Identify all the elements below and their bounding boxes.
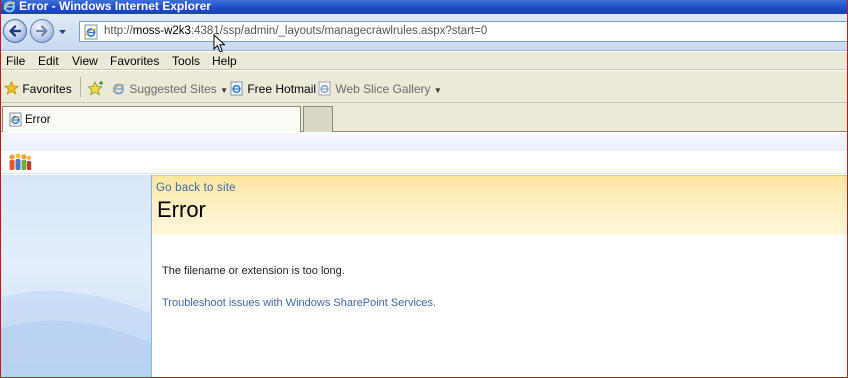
chevron-down-icon[interactable]: ▼ [434, 86, 442, 95]
menu-favorites[interactable]: Favorites [110, 54, 159, 68]
favorites-separator [80, 77, 81, 97]
top-strip [1, 133, 847, 151]
add-favorites-icon [87, 80, 103, 96]
web-slice-gallery-link[interactable]: Web Slice Gallery ▼ [317, 81, 442, 96]
ie-page-icon [9, 112, 22, 127]
recent-pages-dropdown[interactable] [58, 28, 67, 36]
page-header: Go back to site Error [152, 175, 847, 235]
menu-file[interactable]: File [6, 54, 25, 68]
ie-icon [112, 83, 125, 95]
page-title: Error [157, 197, 206, 222]
suggested-sites-link[interactable]: Suggested Sites ▼ [111, 81, 228, 96]
favorites-bar: Favorites Suggested Sites ▼ Free Hotmail… [1, 71, 847, 103]
url-text: http://moss-w2k3:4381/ssp/admin/_layouts… [104, 25, 488, 37]
favorites-star-icon [3, 80, 20, 95]
ie-page-icon [84, 24, 98, 40]
web-slice-gallery-label: Web Slice Gallery [335, 82, 431, 96]
chevron-down-icon[interactable]: ▼ [220, 86, 228, 95]
address-row: http://moss-w2k3:4381/ssp/admin/_layouts… [1, 14, 847, 53]
favorites-button[interactable]: Favorites [3, 80, 72, 96]
ie-icon [3, 1, 16, 13]
menu-help[interactable]: Help [212, 54, 237, 68]
address-bar[interactable]: http://moss-w2k3:4381/ssp/admin/_layouts… [79, 21, 847, 42]
ie-page-icon [230, 81, 243, 96]
menu-view[interactable]: View [72, 54, 98, 68]
decorative-wave [1, 290, 151, 377]
sharepoint-people-icon[interactable] [8, 152, 32, 172]
tab-label: Error [25, 114, 51, 126]
forward-arrow-icon [35, 25, 48, 37]
menu-bar: File Edit View Favorites Tools Help [1, 52, 847, 70]
title-bar: Error - Windows Internet Explorer [1, 0, 847, 14]
window-title: Error - Windows Internet Explorer [19, 0, 211, 13]
tab-error[interactable]: Error [2, 106, 301, 132]
troubleshoot-link[interactable]: Troubleshoot issues with Windows SharePo… [162, 297, 436, 309]
page-content: Go back to site Error The filename or ex… [1, 133, 847, 377]
error-body: The filename or extension is too long. T… [152, 235, 847, 377]
back-button[interactable] [3, 19, 27, 43]
tab-row: Error [1, 103, 847, 132]
mouse-cursor-icon [213, 34, 226, 53]
site-logo-row [1, 151, 847, 174]
forward-button[interactable] [30, 19, 54, 43]
menu-tools[interactable]: Tools [172, 54, 200, 68]
menu-edit[interactable]: Edit [38, 54, 59, 68]
back-arrow-icon [9, 25, 22, 37]
suggested-sites-label: Suggested Sites [129, 82, 217, 96]
add-to-favorites-bar-button[interactable] [86, 80, 104, 96]
error-message: The filename or extension is too long. [162, 265, 345, 277]
left-navigation [1, 175, 152, 377]
new-tab-button[interactable] [303, 106, 333, 132]
browser-window: Error - Windows Internet Explorer http:/… [0, 0, 848, 378]
free-hotmail-label: Free Hotmail [247, 82, 317, 96]
free-hotmail-link[interactable]: Free Hotmail [229, 81, 316, 96]
go-back-link[interactable]: Go back to site [156, 182, 236, 194]
ie-page-icon [318, 81, 331, 96]
favorites-label: Favorites [22, 82, 72, 96]
